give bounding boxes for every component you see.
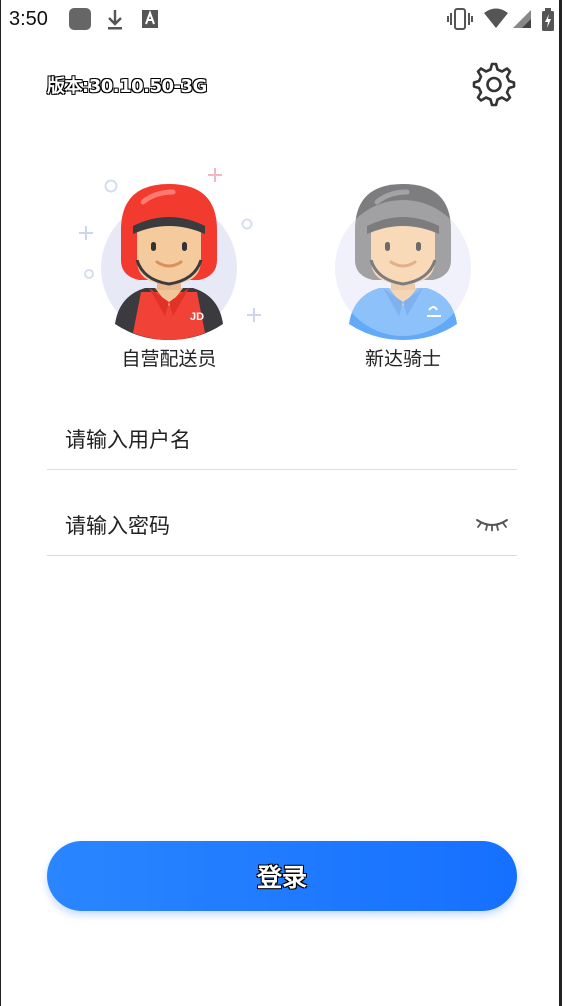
role-dada-rider[interactable]: 新达骑士 [303,168,503,371]
rider-avatar-icon [335,184,471,340]
username-field [47,414,517,470]
login-button-label: 登录 [256,863,307,892]
download-icon [105,8,125,36]
password-input[interactable] [63,508,467,544]
role-label-self-operated: 自营配送员 [121,348,217,370]
gear-icon[interactable] [471,62,517,108]
status-time: 3:50 [9,8,48,30]
password-field [47,500,517,556]
cellular-icon [511,8,533,34]
battery-charging-icon [541,8,555,36]
status-bar: 3:50 [1,0,563,40]
app-icon [69,8,91,30]
login-button[interactable]: 登录 [47,841,517,911]
version-label: 版本:30.10.50-3G [47,76,208,98]
vibrate-icon [447,8,473,34]
username-input[interactable] [63,422,467,458]
app-screen: 3:50 版本:30.10.50-3G JD 自营配送员 新达骑士 请输入用户名… [0,0,562,1006]
role-label-dada-rider: 新达骑士 [364,348,441,370]
courier-avatar-icon: JD [79,168,261,340]
wifi-icon [483,8,509,34]
a-icon [141,8,161,34]
role-self-operated-courier[interactable]: JD 自营配送员 [69,168,269,371]
eye-closed-icon[interactable] [475,514,509,540]
jd-badge-text: JD [190,311,204,323]
